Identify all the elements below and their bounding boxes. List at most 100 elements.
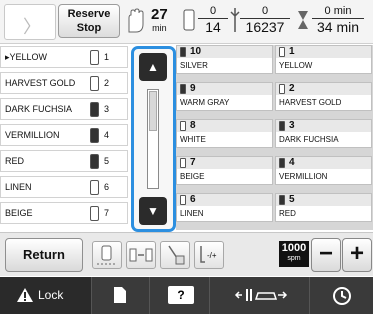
list-item-number: 7	[104, 208, 110, 218]
speed-decrease-button[interactable]: −	[311, 238, 341, 272]
thread-spool-icon	[90, 50, 99, 65]
thread-spool-icon	[279, 84, 285, 94]
status-bar: 〉 Reserve Stop 27 min 0 14 0 16237 0 min…	[0, 0, 373, 44]
time-counter-current: 0 min	[324, 5, 352, 17]
time-counter-total: 34 min	[316, 19, 360, 35]
time-counter: 0 min 34 min	[312, 4, 364, 35]
color-cell[interactable]: 9 WARM GRAY	[176, 82, 273, 111]
presser-foot-button[interactable]	[210, 277, 310, 314]
thread-spool-icon	[279, 158, 285, 168]
needle-icon	[168, 245, 185, 265]
color-cell-number: 6	[190, 194, 196, 205]
color-cell[interactable]: 7 BEIGE	[176, 156, 273, 185]
tension-label: -/+	[207, 251, 217, 260]
hand-stop-icon	[128, 8, 144, 33]
color-cell-name: LINEN	[180, 209, 204, 218]
color-sequence-grid: 10 SILVER 9 WARM GRAY 8 WHITE 7 BEIGE 6 …	[176, 45, 373, 230]
speed-increase-button[interactable]: +	[342, 238, 372, 272]
color-cell-name: YELLOW	[279, 61, 313, 70]
list-item-number: 3	[104, 104, 110, 114]
scroll-thumb[interactable]	[149, 91, 157, 131]
list-item-name: HARVEST GOLD	[5, 78, 76, 88]
toolbar: Return -/+ 1000 spm − +	[0, 232, 373, 276]
color-cell-name: BEIGE	[180, 172, 205, 181]
color-cell[interactable]: 1 YELLOW	[275, 45, 372, 74]
color-cell[interactable]: 2 HARVEST GOLD	[275, 82, 372, 111]
settings-button[interactable]	[310, 277, 373, 314]
color-cell[interactable]: 3 DARK FUCHSIA	[275, 119, 372, 148]
color-cell-number: 7	[190, 157, 196, 168]
thread-spool-icon	[90, 102, 99, 117]
thread-spool-icon	[90, 154, 99, 169]
color-sort-button[interactable]	[126, 241, 156, 269]
lock-button[interactable]: Lock	[0, 277, 92, 314]
thread-spool-icon	[180, 84, 186, 94]
warning-icon	[17, 288, 33, 302]
color-cell[interactable]: 6 LINEN	[176, 193, 273, 222]
stitch-counter-current: 0	[261, 5, 269, 17]
thread-change-button[interactable]	[160, 241, 190, 269]
color-cell-name: WHITE	[180, 135, 206, 144]
elapsed-time-unit: min	[152, 23, 167, 33]
list-item[interactable]: DARK FUCHSIA 3	[0, 98, 128, 120]
color-cell-number: 3	[289, 120, 295, 131]
list-item[interactable]: BEIGE 7	[0, 202, 128, 224]
stitch-counter: 0 16237	[240, 4, 290, 35]
list-item-name: DARK FUCHSIA	[5, 104, 73, 114]
list-item[interactable]: RED 5	[0, 150, 128, 172]
thread-trim-button[interactable]	[92, 241, 122, 269]
reserve-stop-button[interactable]: Reserve Stop	[58, 4, 120, 38]
thread-spool-icon	[90, 76, 99, 91]
pattern-preview-tab[interactable]: 〉	[4, 4, 56, 40]
thread-color-list: ▸YELLOW 1 HARVEST GOLD 2 DARK FUCHSIA 3 …	[0, 46, 128, 228]
thread-spool-icon	[180, 158, 186, 168]
arrow-up-icon: ▲	[147, 60, 159, 74]
list-item[interactable]: ▸YELLOW 1	[0, 46, 128, 68]
spool-dots-icon	[97, 245, 117, 265]
help-icon-label: ?	[177, 288, 185, 302]
help-icon: ?	[168, 286, 194, 304]
chevron-right-icon: 〉	[23, 17, 41, 37]
color-cell[interactable]: 5 RED	[275, 193, 372, 222]
document-icon	[114, 287, 126, 303]
lock-label: Lock	[38, 288, 64, 302]
list-item[interactable]: LINEN 6	[0, 176, 128, 198]
color-cell-name: HARVEST GOLD	[279, 98, 342, 107]
color-cell-number: 10	[190, 46, 202, 57]
color-cell-number: 9	[190, 83, 196, 94]
scroll-up-button[interactable]: ▲	[139, 53, 167, 81]
reserve-stop-label-2: Stop	[76, 22, 102, 34]
color-cell[interactable]: 8 WHITE	[176, 119, 273, 148]
scroll-down-button[interactable]: ▼	[139, 197, 167, 225]
help-button[interactable]: ?	[150, 277, 210, 314]
return-button[interactable]: Return	[5, 238, 83, 272]
color-cell-number: 1	[289, 46, 295, 57]
speed-unit: spm	[287, 255, 301, 262]
list-item-number: 4	[104, 130, 110, 140]
tension-button[interactable]: -/+	[194, 241, 224, 269]
color-cell-name: DARK FUCHSIA	[279, 135, 339, 144]
thread-spool-icon	[279, 195, 285, 205]
color-counter-current: 0	[209, 5, 217, 17]
page-button[interactable]	[92, 277, 150, 314]
color-counter: 0 14	[198, 4, 228, 35]
color-cell-name: RED	[279, 209, 296, 218]
list-item-name: VERMILLION	[5, 130, 60, 140]
color-cell-name: SILVER	[180, 61, 208, 70]
bottom-bar: Lock ?	[0, 277, 373, 314]
color-cell-name: WARM GRAY	[180, 98, 230, 107]
elapsed-time: 27 min	[151, 6, 168, 33]
stitch-counter-total: 16237	[245, 19, 285, 35]
thread-spool-icon	[183, 9, 195, 31]
color-cell[interactable]: 4 VERMILLION	[275, 156, 372, 185]
thread-spool-icon	[180, 195, 186, 205]
list-item[interactable]: HARVEST GOLD 2	[0, 72, 128, 94]
list-item[interactable]: VERMILLION 4	[0, 124, 128, 146]
thread-spool-icon	[90, 128, 99, 143]
color-sort-icon	[129, 248, 153, 262]
thread-spool-icon	[279, 47, 285, 57]
thread-spool-icon	[90, 180, 99, 195]
thread-spool-icon	[279, 121, 285, 131]
thread-spool-icon	[180, 47, 186, 57]
color-cell[interactable]: 10 SILVER	[176, 45, 273, 74]
